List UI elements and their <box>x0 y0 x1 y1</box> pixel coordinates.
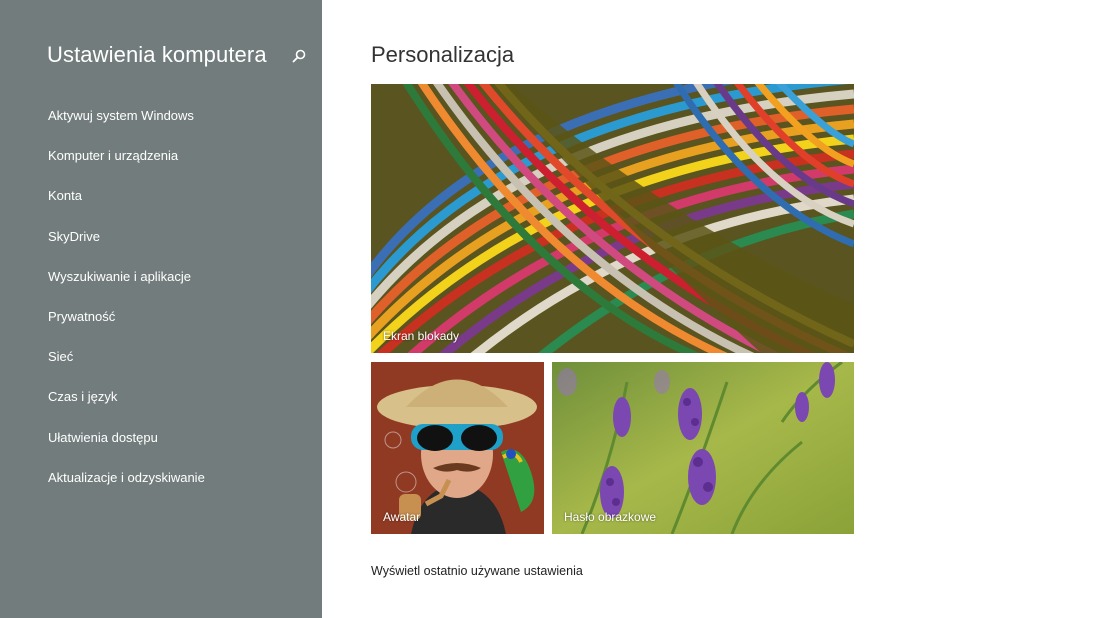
sidebar-title: Ustawienia komputera <box>47 42 267 67</box>
avatar-image <box>371 362 544 534</box>
nav-item-skydrive[interactable]: SkyDrive <box>0 219 322 259</box>
settings-nav: Aktywuj system Windows Komputer i urządz… <box>0 98 322 500</box>
nav-item-privacy[interactable]: Prywatność <box>0 299 322 339</box>
avatar-label: Awatar <box>383 510 421 524</box>
search-icon <box>292 49 306 63</box>
nav-item-ease-of-access[interactable]: Ułatwienia dostępu <box>0 420 322 460</box>
nav-item-update-and-recovery[interactable]: Aktualizacje i odzyskiwanie <box>0 460 322 500</box>
lock-screen-image <box>371 84 854 353</box>
picture-password-label: Hasło obrazkowe <box>564 510 657 524</box>
nav-item-activate-windows[interactable]: Aktywuj system Windows <box>0 98 322 138</box>
search-button[interactable] <box>290 48 308 66</box>
picture-password-tile[interactable]: Hasło obrazkowe <box>552 362 854 534</box>
picture-password-image <box>552 362 854 534</box>
nav-item-time-and-language[interactable]: Czas i język <box>0 379 322 419</box>
page-title: Personalizacja <box>371 42 515 67</box>
nav-item-search-and-apps[interactable]: Wyszukiwanie i aplikacje <box>0 259 322 299</box>
nav-item-pc-and-devices[interactable]: Komputer i urządzenia <box>0 138 322 178</box>
sidebar: Ustawienia komputera Aktywuj system Wind… <box>0 0 322 618</box>
recent-settings-link[interactable]: Wyświetl ostatnio używane ustawienia <box>371 564 583 578</box>
avatar-tile[interactable]: Awatar <box>371 362 544 534</box>
nav-item-network[interactable]: Sieć <box>0 339 322 379</box>
nav-item-accounts[interactable]: Konta <box>0 178 322 218</box>
lock-screen-label: Ekran blokady <box>383 329 460 343</box>
lock-screen-tile[interactable]: Ekran blokady <box>371 84 854 353</box>
